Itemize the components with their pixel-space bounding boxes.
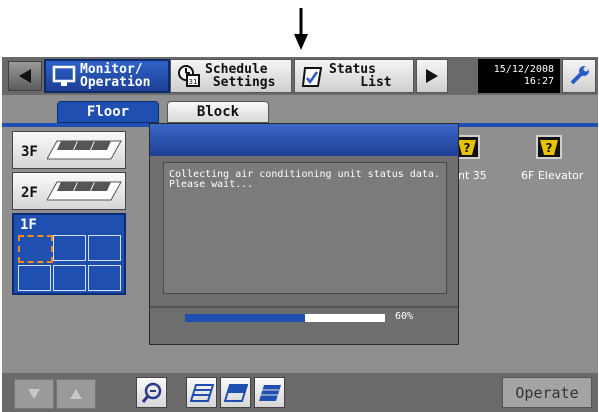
- zoom-button[interactable]: [136, 377, 167, 408]
- unknown-status-icon: ?: [540, 140, 558, 155]
- view-outline-button[interactable]: [186, 377, 217, 408]
- dialog-message: Collecting air conditioning unit status …: [169, 169, 440, 190]
- schedule-settings-label: Schedule Settings: [205, 62, 276, 90]
- floor-label: 2F: [21, 185, 38, 201]
- nav-prev-button[interactable]: [8, 61, 42, 91]
- top-nav-bar: Monitor/ Operation 31 Schedule Settings …: [2, 57, 598, 95]
- svg-text:?: ?: [464, 141, 471, 155]
- status-list-label: Status List: [329, 62, 392, 90]
- unit-label: 6F Elevator: [521, 169, 584, 182]
- maintenance-button[interactable]: [562, 59, 596, 93]
- bottom-toolbar: Operate: [2, 373, 598, 412]
- nav-next-button[interactable]: [416, 59, 448, 93]
- calendar-clock-icon: 31: [178, 65, 200, 87]
- floor-thumbnail-icon: [47, 181, 122, 201]
- floor-label: 3F: [21, 144, 38, 160]
- datetime-display: 15/12/2008 16:27: [478, 59, 560, 93]
- dialog-message-panel: Collecting air conditioning unit status …: [163, 162, 447, 294]
- time-text: 16:27: [523, 76, 554, 87]
- unit-label: nt 35: [458, 169, 487, 182]
- layers-outline-icon: [189, 383, 214, 402]
- triangle-left-icon: [19, 69, 31, 83]
- tab-floor[interactable]: Floor: [57, 101, 159, 123]
- dialog-divider: [150, 306, 458, 308]
- layers-partial-icon: [223, 383, 248, 402]
- block-cell[interactable]: [88, 265, 121, 291]
- floor-label: 1F: [20, 217, 37, 233]
- controller-screen: Monitor/ Operation 31 Schedule Settings …: [2, 57, 598, 412]
- block-cell[interactable]: [18, 235, 53, 263]
- unit-icon-6f-elevator[interactable]: ?: [536, 135, 562, 159]
- block-cell[interactable]: [53, 265, 86, 291]
- pointer-arrow-icon: [294, 8, 308, 50]
- tab-block[interactable]: Block: [167, 101, 269, 123]
- scroll-down-button[interactable]: [14, 379, 54, 409]
- schedule-settings-button[interactable]: 31 Schedule Settings: [170, 59, 292, 93]
- monitor-operation-label: Monitor/ Operation: [80, 62, 151, 90]
- block-cell[interactable]: [88, 235, 121, 261]
- floor-button-1f[interactable]: 1F: [12, 213, 126, 295]
- triangle-down-icon: [28, 389, 40, 399]
- view-partial-button[interactable]: [220, 377, 251, 408]
- progress-percent: 60%: [395, 311, 414, 322]
- wrench-icon: [570, 66, 589, 85]
- progress-bar-fill: [185, 314, 305, 322]
- monitor-icon: [52, 65, 76, 86]
- block-cell[interactable]: [18, 265, 51, 291]
- date-text: 15/12/2008: [493, 64, 554, 75]
- triangle-up-icon: [70, 389, 82, 399]
- svg-text:31: 31: [189, 78, 198, 86]
- svg-text:?: ?: [546, 141, 553, 155]
- floor-button-2f[interactable]: 2F: [12, 172, 126, 210]
- layers-filled-icon: [258, 384, 281, 401]
- floor-thumbnail-icon: [47, 140, 122, 160]
- status-collection-dialog: Collecting air conditioning unit status …: [149, 123, 459, 345]
- triangle-right-icon: [426, 69, 438, 83]
- scroll-up-button[interactable]: [56, 379, 96, 409]
- monitor-operation-button[interactable]: Monitor/ Operation: [44, 59, 170, 93]
- dialog-title-bar: [150, 124, 458, 156]
- block-cell[interactable]: [53, 235, 86, 261]
- floor-button-3f[interactable]: 3F: [12, 131, 126, 169]
- magnifier-icon: [141, 382, 161, 403]
- unknown-status-icon: ?: [458, 140, 476, 155]
- clipboard-check-icon: [301, 67, 323, 87]
- status-list-button[interactable]: Status List: [294, 59, 414, 93]
- operate-button[interactable]: Operate: [502, 377, 592, 408]
- view-filled-button[interactable]: [254, 377, 285, 408]
- progress-bar: [185, 314, 385, 322]
